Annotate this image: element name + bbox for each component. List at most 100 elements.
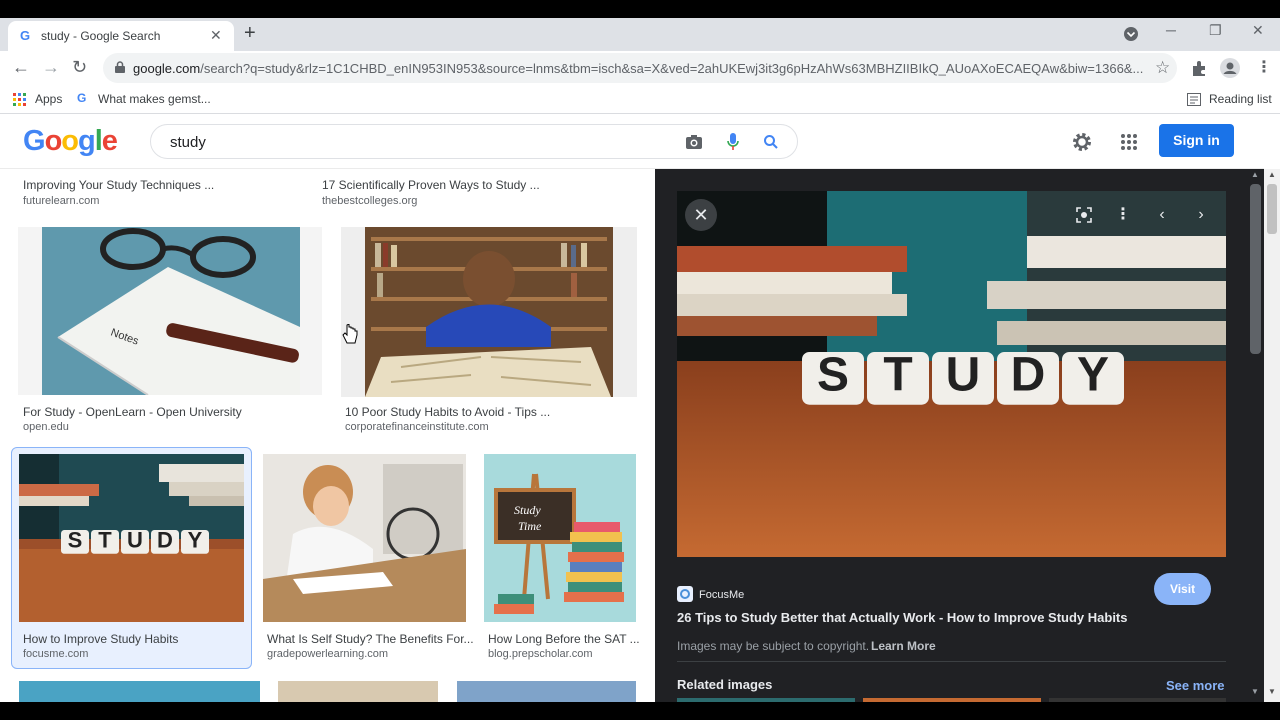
- page-scrollbar-track[interactable]: [1264, 169, 1280, 702]
- letter-block-text: T: [98, 527, 112, 552]
- result-image-boy-studying[interactable]: [263, 454, 466, 622]
- page-scrollbar-thumb[interactable]: [1267, 184, 1277, 234]
- browser-toolbar: ← → ↻ google.com/search?q=study&rlz=1C1C…: [0, 51, 1280, 85]
- panel-scroll-up-icon[interactable]: ▲: [1251, 170, 1259, 179]
- search-box[interactable]: study: [150, 124, 798, 159]
- result-title[interactable]: How Long Before the SAT ...: [488, 632, 640, 646]
- logo-letter: l: [94, 125, 103, 157]
- close-preview-icon[interactable]: ✕: [685, 199, 717, 231]
- svg-text:Study: Study: [514, 503, 541, 517]
- address-bar[interactable]: google.com/search?q=study&rlz=1C1CHBD_en…: [103, 53, 1177, 83]
- previous-image-icon[interactable]: ‹: [1146, 199, 1178, 231]
- panel-scrollbar-thumb[interactable]: [1250, 184, 1261, 354]
- google-logo[interactable]: Google: [23, 125, 118, 158]
- microphone-icon[interactable]: [726, 132, 740, 152]
- letter-block-text: U: [127, 527, 143, 552]
- tab-google-search[interactable]: G study - Google Search ✕: [8, 21, 234, 51]
- bookmark-star-icon[interactable]: ☆: [1155, 58, 1170, 78]
- result-title[interactable]: For Study - OpenLearn - Open University: [23, 405, 242, 419]
- browser-menu-icon[interactable]: ⋮: [1256, 57, 1272, 77]
- google-header: Google study Sign in: [0, 115, 1264, 169]
- copyright-notice: Images may be subject to copyright.: [677, 639, 870, 653]
- related-thumb[interactable]: [677, 698, 855, 702]
- result-image-partial[interactable]: [19, 681, 260, 702]
- result-title[interactable]: How to Improve Study Habits: [23, 632, 178, 646]
- learn-more-link[interactable]: Learn More: [871, 639, 936, 653]
- result-image-partial[interactable]: [278, 681, 438, 702]
- sign-in-button[interactable]: Sign in: [1159, 124, 1234, 157]
- see-more-link[interactable]: See more: [1166, 678, 1225, 693]
- camera-icon[interactable]: [685, 134, 703, 150]
- result-site[interactable]: corporatefinanceinstitute.com: [345, 421, 489, 433]
- result-site[interactable]: open.edu: [23, 421, 69, 433]
- window-close-icon[interactable]: ✕: [1252, 22, 1264, 39]
- logo-letter: G: [23, 125, 46, 157]
- logo-letter: e: [101, 125, 118, 157]
- mouse-cursor-icon: [342, 324, 358, 344]
- visit-button[interactable]: Visit: [1154, 573, 1211, 605]
- browser-window: G study - Google Search ✕ + ─ ❐ ✕ ← → ↻ …: [0, 18, 1280, 702]
- related-thumb[interactable]: [863, 698, 1041, 702]
- letter-block-text: D: [157, 527, 173, 552]
- result-title[interactable]: 10 Poor Study Habits to Avoid - Tips ...: [345, 405, 550, 419]
- url-text: google.com/search?q=study&rlz=1C1CHBD_en…: [133, 61, 1143, 76]
- tab-title: study - Google Search: [41, 29, 161, 43]
- panel-scroll-down-icon[interactable]: ▼: [1251, 687, 1259, 696]
- result-image-study-time[interactable]: Study Time: [484, 454, 636, 622]
- result-title[interactable]: Improving Your Study Techniques ...: [23, 178, 214, 192]
- tab-search-icon[interactable]: [1123, 26, 1139, 42]
- panel-divider: [677, 661, 1226, 662]
- close-tab-icon[interactable]: ✕: [210, 27, 222, 44]
- profile-icon[interactable]: [1220, 58, 1240, 78]
- extensions-icon[interactable]: [1190, 59, 1208, 77]
- back-icon[interactable]: ←: [12, 57, 30, 78]
- result-site[interactable]: focusme.com: [23, 648, 88, 660]
- reload-icon[interactable]: ↻: [72, 57, 87, 78]
- page-scroll-down-icon[interactable]: ▼: [1268, 687, 1276, 696]
- result-title[interactable]: What Is Self Study? The Benefits For...: [267, 632, 474, 646]
- result-image-library[interactable]: [341, 227, 637, 397]
- new-tab-icon[interactable]: +: [244, 22, 256, 45]
- search-input[interactable]: study: [170, 134, 206, 151]
- letter-block-text: D: [1011, 348, 1046, 401]
- letter-block-text: T: [883, 348, 912, 401]
- reading-list[interactable]: Reading list: [1209, 92, 1272, 106]
- settings-gear-icon[interactable]: [1072, 132, 1092, 152]
- logo-letter: o: [61, 125, 79, 157]
- related-thumb[interactable]: [1049, 698, 1226, 702]
- result-site[interactable]: thebestcolleges.org: [322, 195, 417, 207]
- forward-icon[interactable]: →: [42, 57, 60, 78]
- logo-letter: g: [78, 125, 96, 157]
- preview-title[interactable]: 26 Tips to Study Better that Actually Wo…: [677, 610, 1128, 625]
- bookmark-gemstone[interactable]: What makes gemst...: [98, 92, 211, 106]
- result-site[interactable]: futurelearn.com: [23, 195, 99, 207]
- tab-strip: G study - Google Search ✕ + ─ ❐ ✕: [0, 18, 1280, 51]
- letter-block-text: Y: [1077, 348, 1109, 401]
- letter-block-text: S: [68, 527, 83, 552]
- apps-grid-icon: [13, 93, 26, 106]
- google-lens-icon[interactable]: [1068, 199, 1100, 231]
- image-preview-panel: STUDY ✕ ⋮ ‹ › FocusMe 26 Tips to Study B…: [655, 169, 1248, 702]
- source-favicon-icon: [677, 586, 693, 602]
- source-name[interactable]: FocusMe: [699, 589, 744, 601]
- search-icon[interactable]: [763, 134, 779, 150]
- restore-icon[interactable]: ❐: [1209, 22, 1222, 39]
- logo-letter: o: [44, 125, 63, 157]
- result-title[interactable]: 17 Scientifically Proven Ways to Study .…: [322, 178, 540, 192]
- result-site[interactable]: blog.prepscholar.com: [488, 648, 593, 660]
- preview-image[interactable]: STUDY ✕ ⋮ ‹ ›: [677, 191, 1226, 557]
- letter-block-text: Y: [188, 527, 203, 552]
- result-image-notebook[interactable]: Notes: [18, 227, 322, 395]
- page-scroll-up-icon[interactable]: ▲: [1268, 170, 1276, 179]
- bookmarks-bar: Apps G What makes gemst... Reading list: [0, 85, 1280, 114]
- google-apps-icon[interactable]: [1121, 134, 1137, 150]
- google-favicon-icon: G: [20, 28, 31, 43]
- minimize-icon[interactable]: ─: [1166, 22, 1176, 38]
- more-options-icon[interactable]: ⋮: [1107, 199, 1139, 231]
- letter-block-text: S: [817, 348, 849, 401]
- result-site[interactable]: gradepowerlearning.com: [267, 648, 388, 660]
- result-image-partial[interactable]: [457, 681, 636, 702]
- result-image-study-blocks[interactable]: STUDY: [19, 454, 244, 622]
- bookmark-apps[interactable]: Apps: [35, 92, 62, 106]
- next-image-icon[interactable]: ›: [1185, 199, 1217, 231]
